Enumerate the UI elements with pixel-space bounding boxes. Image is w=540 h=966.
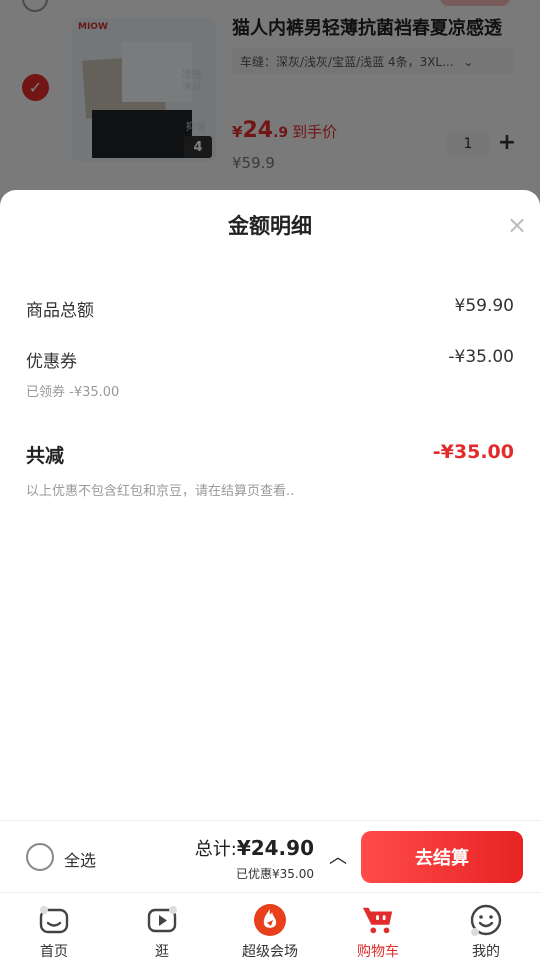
tab-super-venue[interactable]: 超级会场	[216, 893, 324, 966]
saved-amount: 已优惠¥35.00	[236, 867, 314, 881]
goods-total-value: ¥59.90	[454, 296, 514, 316]
tab-cart[interactable]: 购物车	[324, 893, 432, 966]
tab-explore[interactable]: 逛	[108, 893, 216, 966]
discount-note: 以上优惠不包含红包和京豆，请在结算页查看..	[26, 484, 295, 499]
coupon-sub: 已领券 -¥35.00	[26, 385, 120, 400]
total-reduce-value: -¥35.00	[432, 441, 514, 463]
tab-super-venue-label: 超级会场	[242, 944, 298, 960]
total-reduce-label: 共减	[26, 445, 65, 467]
coupon-label: 优惠券	[26, 352, 77, 372]
tab-home[interactable]: 首页	[0, 893, 108, 966]
chevron-up-icon[interactable]: ︿	[328, 843, 348, 869]
sheet-title: 金额明细	[228, 214, 312, 238]
tab-explore-label: 逛	[155, 944, 169, 960]
total-label: 总计:	[194, 839, 237, 860]
tab-profile-label: 我的	[472, 944, 500, 960]
home-icon	[37, 903, 71, 937]
total-price: 总计:¥24.90	[195, 835, 314, 861]
close-icon[interactable]: ×	[504, 212, 530, 238]
select-all-label[interactable]: 全选	[64, 847, 96, 871]
goods-total-label: 商品总额	[26, 301, 94, 321]
total-value: ¥24.90	[236, 836, 314, 860]
flame-icon	[253, 903, 287, 937]
modal-overlay[interactable]	[0, 0, 540, 220]
bottom-tab-bar: 首页 逛 超级会场 购物车 我的	[0, 892, 540, 966]
tab-home-label: 首页	[40, 944, 68, 960]
settlement-bar: 全选 总计:¥24.90 已优惠¥35.00 ︿ 去结算	[0, 820, 540, 892]
coupon-value: -¥35.00	[448, 347, 514, 367]
tab-profile[interactable]: 我的	[432, 893, 540, 966]
select-all-checkbox[interactable]	[26, 843, 54, 871]
amount-detail-sheet: 金额明细 × 商品总额 ¥59.90 优惠券 -¥35.00 已领券 -¥35.…	[0, 190, 540, 820]
tab-cart-label: 购物车	[357, 944, 399, 960]
video-icon	[145, 903, 179, 937]
profile-icon	[469, 903, 503, 937]
cart-icon	[361, 903, 395, 937]
checkout-button[interactable]: 去结算	[361, 831, 523, 883]
